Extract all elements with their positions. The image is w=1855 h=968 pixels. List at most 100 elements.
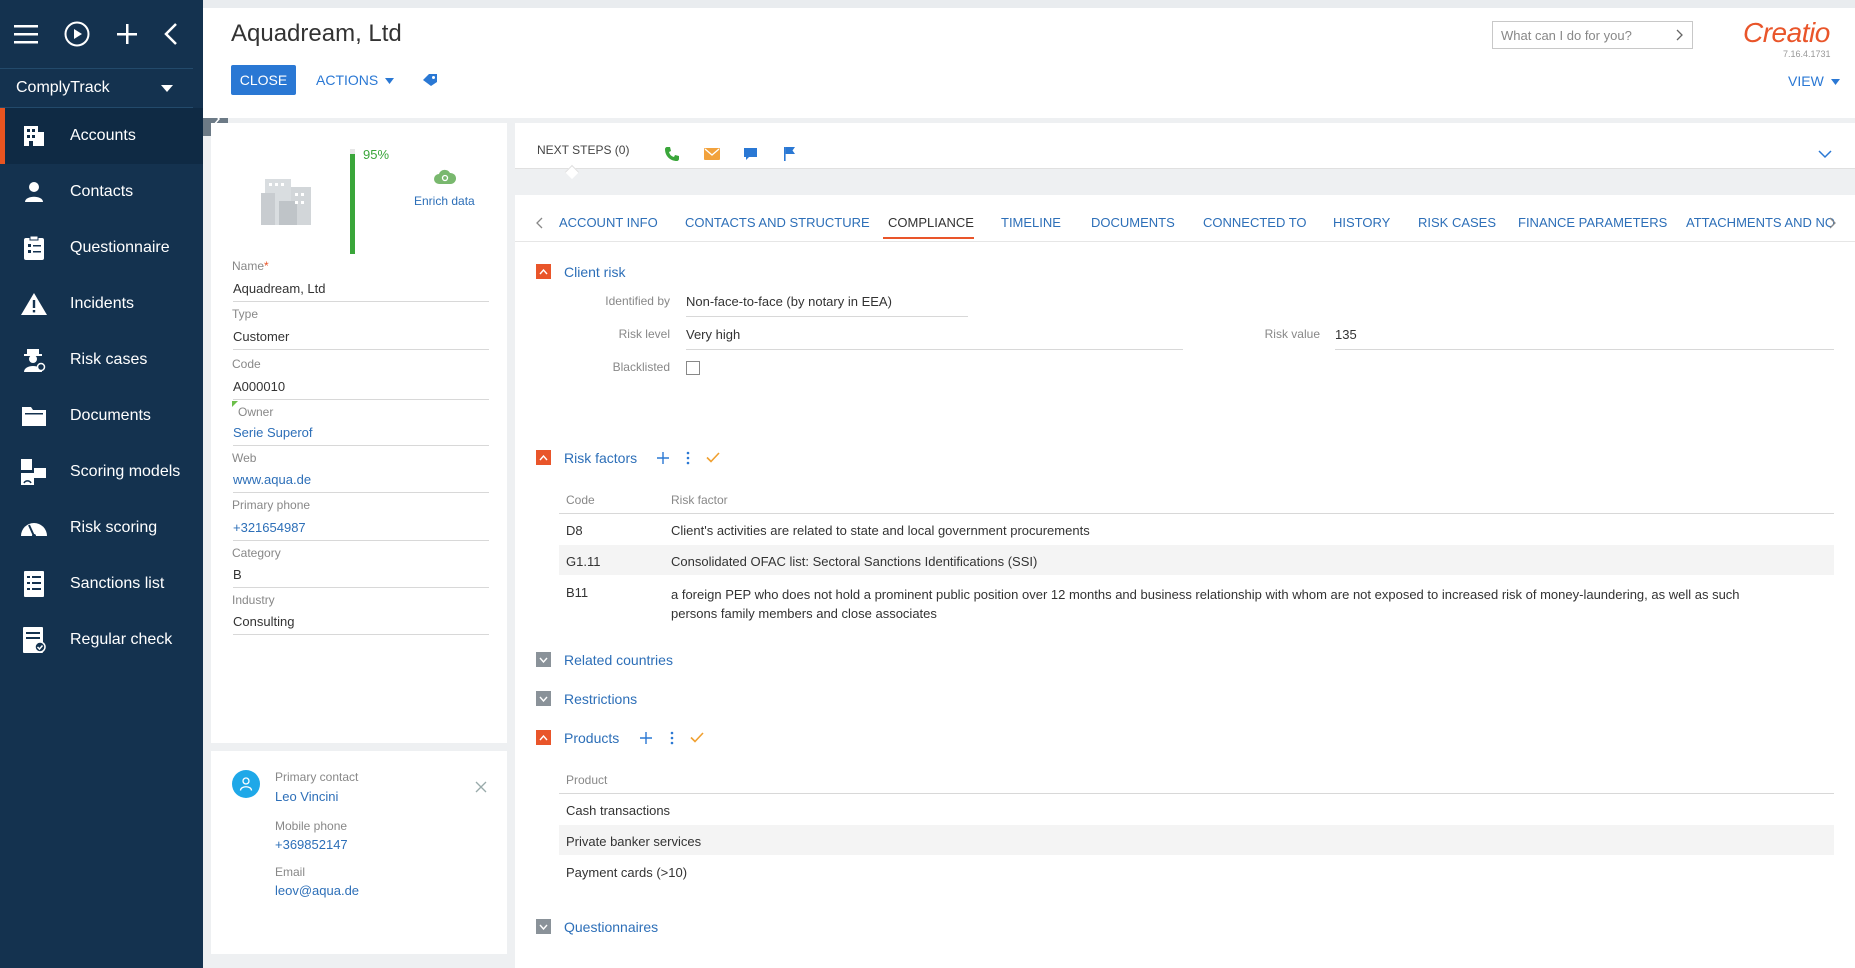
category-field[interactable]: B: [233, 567, 489, 588]
products-title[interactable]: Products: [564, 730, 619, 746]
next-steps-label[interactable]: NEXT STEPS (0): [537, 143, 629, 157]
checkmark-icon[interactable]: [706, 452, 720, 463]
restrictions-expand-button[interactable]: [536, 691, 551, 706]
products-collapse-button[interactable]: [536, 730, 551, 745]
process-play-icon[interactable]: [64, 21, 90, 47]
sidebar-item-regular-check[interactable]: Regular check: [0, 612, 203, 668]
tab-finance-parameters[interactable]: FINANCE PARAMETERS: [1518, 215, 1667, 230]
web-field[interactable]: www.aqua.de: [233, 472, 489, 493]
product-row[interactable]: Private banker services: [566, 834, 701, 849]
add-icon[interactable]: [656, 451, 670, 465]
primary-contact-link[interactable]: Leo Vincini: [275, 789, 338, 804]
sidebar-item-label: Risk cases: [70, 351, 148, 368]
code-field[interactable]: A000010: [233, 379, 489, 400]
person-icon: [239, 777, 253, 791]
risk-factor-code[interactable]: B11: [566, 585, 588, 600]
sidebar-item-questionnaire[interactable]: Questionnaire: [0, 220, 203, 276]
name-field[interactable]: Aquadream, Ltd: [233, 281, 489, 302]
restrictions-title[interactable]: Restrictions: [564, 691, 637, 707]
add-icon[interactable]: [116, 23, 138, 45]
chevron-right-icon: [1676, 29, 1683, 41]
cloud-search-icon[interactable]: [434, 169, 456, 185]
risk-factor-code[interactable]: G1.11: [566, 554, 600, 569]
add-icon[interactable]: [639, 731, 653, 745]
app-selector[interactable]: ComplyTrack: [0, 68, 193, 108]
column-header-code[interactable]: Code: [566, 493, 595, 507]
email-link[interactable]: leov@aqua.de: [275, 883, 359, 898]
collapse-sidebar-icon[interactable]: [164, 23, 178, 45]
primary-contact-card: Primary contact Leo Vincini Mobile phone…: [211, 751, 507, 954]
call-icon[interactable]: [664, 146, 680, 162]
web-label: Web: [232, 451, 257, 465]
owner-field[interactable]: Serie Superof: [233, 425, 489, 446]
sidebar-item-scoring-models[interactable]: Scoring models: [0, 444, 203, 500]
chevron-down-icon[interactable]: [1818, 150, 1832, 159]
column-header-risk-factor[interactable]: Risk factor: [671, 493, 728, 507]
page-title: Aquadream, Ltd: [231, 20, 402, 47]
tab-documents[interactable]: DOCUMENTS: [1091, 215, 1175, 230]
sidebar-item-label: Contacts: [70, 183, 134, 200]
tab-account-info[interactable]: ACCOUNT INFO: [559, 215, 658, 230]
view-button[interactable]: VIEW: [1788, 73, 1840, 89]
warning-icon: [18, 288, 50, 320]
client-risk-collapse-button[interactable]: [536, 264, 551, 279]
more-options-icon[interactable]: [670, 731, 674, 745]
tab-attachments-and-notes[interactable]: ATTACHMENTS AND NO: [1686, 215, 1835, 230]
risk-factors-title[interactable]: Risk factors: [564, 450, 637, 466]
account-photo[interactable]: [257, 173, 317, 225]
email-icon[interactable]: [704, 148, 720, 160]
industry-label: Industry: [232, 593, 275, 607]
sidebar-item-risk-cases[interactable]: Risk cases: [0, 332, 203, 388]
risk-value-field[interactable]: 135: [1335, 327, 1834, 350]
identified-by-field[interactable]: Non-face-to-face (by notary in EEA): [686, 294, 968, 317]
blacklisted-checkbox[interactable]: [686, 361, 700, 375]
tab-timeline[interactable]: TIMELINE: [1001, 215, 1061, 230]
primary-phone-field[interactable]: +321654987: [233, 520, 489, 541]
sidebar-item-incidents[interactable]: Incidents: [0, 276, 203, 332]
hamburger-menu-icon[interactable]: [14, 24, 38, 44]
industry-field[interactable]: Consulting: [233, 614, 489, 635]
risk-level-field[interactable]: Very high: [686, 327, 1183, 350]
column-header-product[interactable]: Product: [566, 773, 607, 787]
risk-factor-description[interactable]: a foreign PEP who does not hold a promin…: [671, 585, 1831, 623]
questionnaires-title[interactable]: Questionnaires: [564, 919, 658, 935]
related-countries-expand-button[interactable]: [536, 652, 551, 667]
risk-value-label: Risk value: [1264, 327, 1320, 341]
sidebar-item-documents[interactable]: Documents: [0, 388, 203, 444]
sidebar-item-accounts[interactable]: Accounts: [0, 108, 203, 164]
tab-contacts-and-structure[interactable]: CONTACTS AND STRUCTURE: [685, 215, 870, 230]
client-risk-title[interactable]: Client risk: [564, 264, 625, 280]
mobile-phone-link[interactable]: +369852147: [275, 837, 348, 852]
sidebar-item-sanctions-list[interactable]: Sanctions list: [0, 556, 203, 612]
more-options-icon[interactable]: [686, 451, 690, 465]
tab-history[interactable]: HISTORY: [1333, 215, 1390, 230]
close-button[interactable]: CLOSE: [231, 65, 296, 95]
tab-risk-cases[interactable]: RISK CASES: [1418, 215, 1496, 230]
actions-button[interactable]: ACTIONS: [316, 72, 395, 88]
risk-factor-description[interactable]: Client's activities are related to state…: [671, 523, 1090, 538]
tabs-scroll-right-icon[interactable]: [1829, 217, 1837, 229]
questionnaires-expand-button[interactable]: [536, 919, 551, 934]
tabs-scroll-left-icon[interactable]: [535, 217, 543, 229]
risk-factor-description-line: persons family members and close associa…: [671, 606, 937, 621]
close-icon[interactable]: [475, 781, 487, 793]
tag-icon[interactable]: [422, 73, 438, 90]
product-row[interactable]: Payment cards (>10): [566, 865, 687, 880]
product-row[interactable]: Cash transactions: [566, 803, 670, 818]
checkmark-icon[interactable]: [690, 732, 704, 743]
chat-icon[interactable]: [743, 147, 758, 161]
risk-factor-description[interactable]: Consolidated OFAC list: Sectoral Sanctio…: [671, 554, 1037, 569]
flag-icon[interactable]: [783, 146, 796, 161]
risk-factor-code[interactable]: D8: [566, 523, 583, 538]
sidebar-item-contacts[interactable]: Contacts: [0, 164, 203, 220]
list-icon: [18, 568, 50, 600]
mobile-phone-label: Mobile phone: [275, 819, 348, 833]
related-countries-title[interactable]: Related countries: [564, 652, 673, 668]
enrich-data-link[interactable]: Enrich data: [414, 194, 475, 208]
sidebar-item-risk-scoring[interactable]: Risk scoring: [0, 500, 203, 556]
tab-connected-to[interactable]: CONNECTED TO: [1203, 215, 1307, 230]
risk-factors-collapse-button[interactable]: [536, 450, 551, 465]
type-field[interactable]: Customer: [233, 329, 489, 350]
command-search-input[interactable]: What can I do for you?: [1492, 21, 1693, 49]
tab-compliance[interactable]: COMPLIANCE: [888, 215, 974, 230]
